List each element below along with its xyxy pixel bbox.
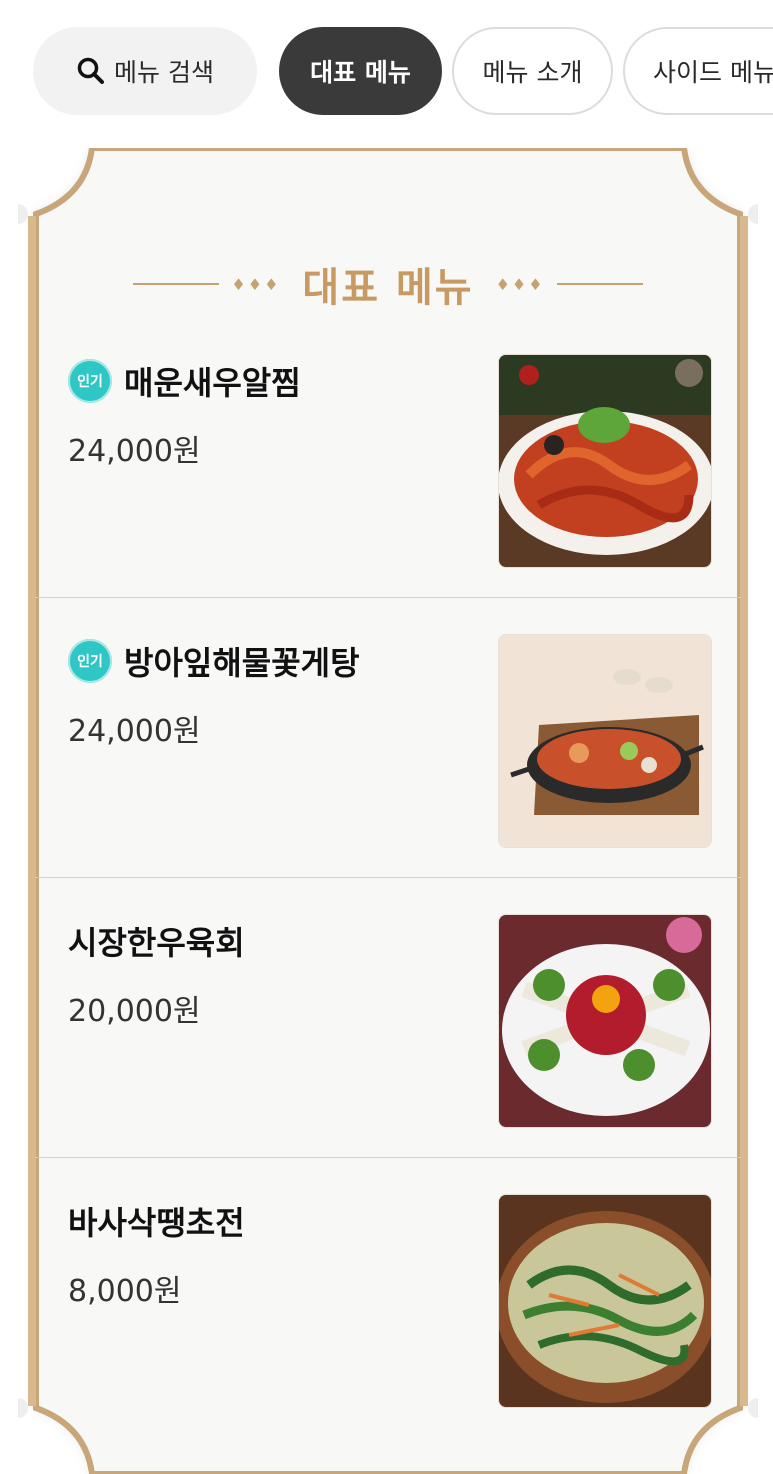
menu-item-name-row: 인기 방아잎해물꽃게탕: [68, 638, 360, 684]
board-title: 대표 메뉴: [302, 265, 474, 311]
tab-signature-menu[interactable]: 대표 메뉴: [279, 27, 442, 115]
menu-item-name-row: 인기 매운새우알찜: [68, 358, 301, 404]
menu-item[interactable]: 인기 매운새우알찜 24,000원: [35, 318, 741, 598]
menu-search-label: 메뉴 검색: [114, 58, 214, 87]
menu-item-price: 24,000원: [68, 714, 201, 749]
menu-item-price: 20,000원: [68, 994, 201, 1029]
menu-item[interactable]: 시장한우육회 20,000원: [35, 878, 741, 1158]
spicy-shrimp-roe-dish-image[interactable]: [498, 354, 712, 568]
board-content: ♦♦♦ 대표 메뉴 ♦♦♦ 인기 매운새우알찜 24,000원 인기 방아잎해물…: [35, 164, 741, 1468]
popular-badge: 인기: [68, 359, 112, 403]
menu-item[interactable]: 인기 방아잎해물꽃게탕 24,000원: [35, 598, 741, 878]
search-icon: [77, 57, 105, 84]
ornament-left: ♦♦♦: [231, 274, 281, 294]
menu-search-button[interactable]: 메뉴 검색: [33, 27, 257, 115]
ornament-right: ♦♦♦: [495, 274, 545, 294]
menu-item-price: 8,000원: [68, 1274, 182, 1309]
menu-item-name-row: 바사삭땡초전: [68, 1198, 245, 1244]
heading-line-right: [556, 283, 643, 285]
seafood-crab-stew-image[interactable]: [498, 634, 712, 848]
menu-item-name-row: 시장한우육회: [68, 918, 245, 964]
board-heading: ♦♦♦ 대표 메뉴 ♦♦♦: [35, 254, 741, 314]
menu-item[interactable]: 바사삭땡초전 8,000원: [35, 1158, 741, 1438]
tab-side-menu[interactable]: 사이드 메뉴: [623, 27, 773, 115]
menu-item-price: 24,000원: [68, 434, 201, 469]
menu-item-name: 방아잎해물꽃게탕: [124, 644, 360, 682]
popular-badge: 인기: [68, 639, 112, 683]
chili-pancake-image[interactable]: [498, 1194, 712, 1408]
tab-menu-intro[interactable]: 메뉴 소개: [452, 27, 613, 115]
menu-tab-bar: 메뉴 검색 대표 메뉴 메뉴 소개 사이드 메뉴: [0, 0, 773, 140]
menu-board: ♦♦♦ 대표 메뉴 ♦♦♦ 인기 매운새우알찜 24,000원 인기 방아잎해물…: [18, 148, 758, 1474]
menu-item-name: 바사삭땡초전: [68, 1204, 245, 1242]
heading-line-left: [133, 283, 220, 285]
beef-tartare-image[interactable]: [498, 914, 712, 1128]
menu-item-name: 시장한우육회: [68, 924, 245, 962]
menu-item-name: 매운새우알찜: [124, 364, 301, 402]
